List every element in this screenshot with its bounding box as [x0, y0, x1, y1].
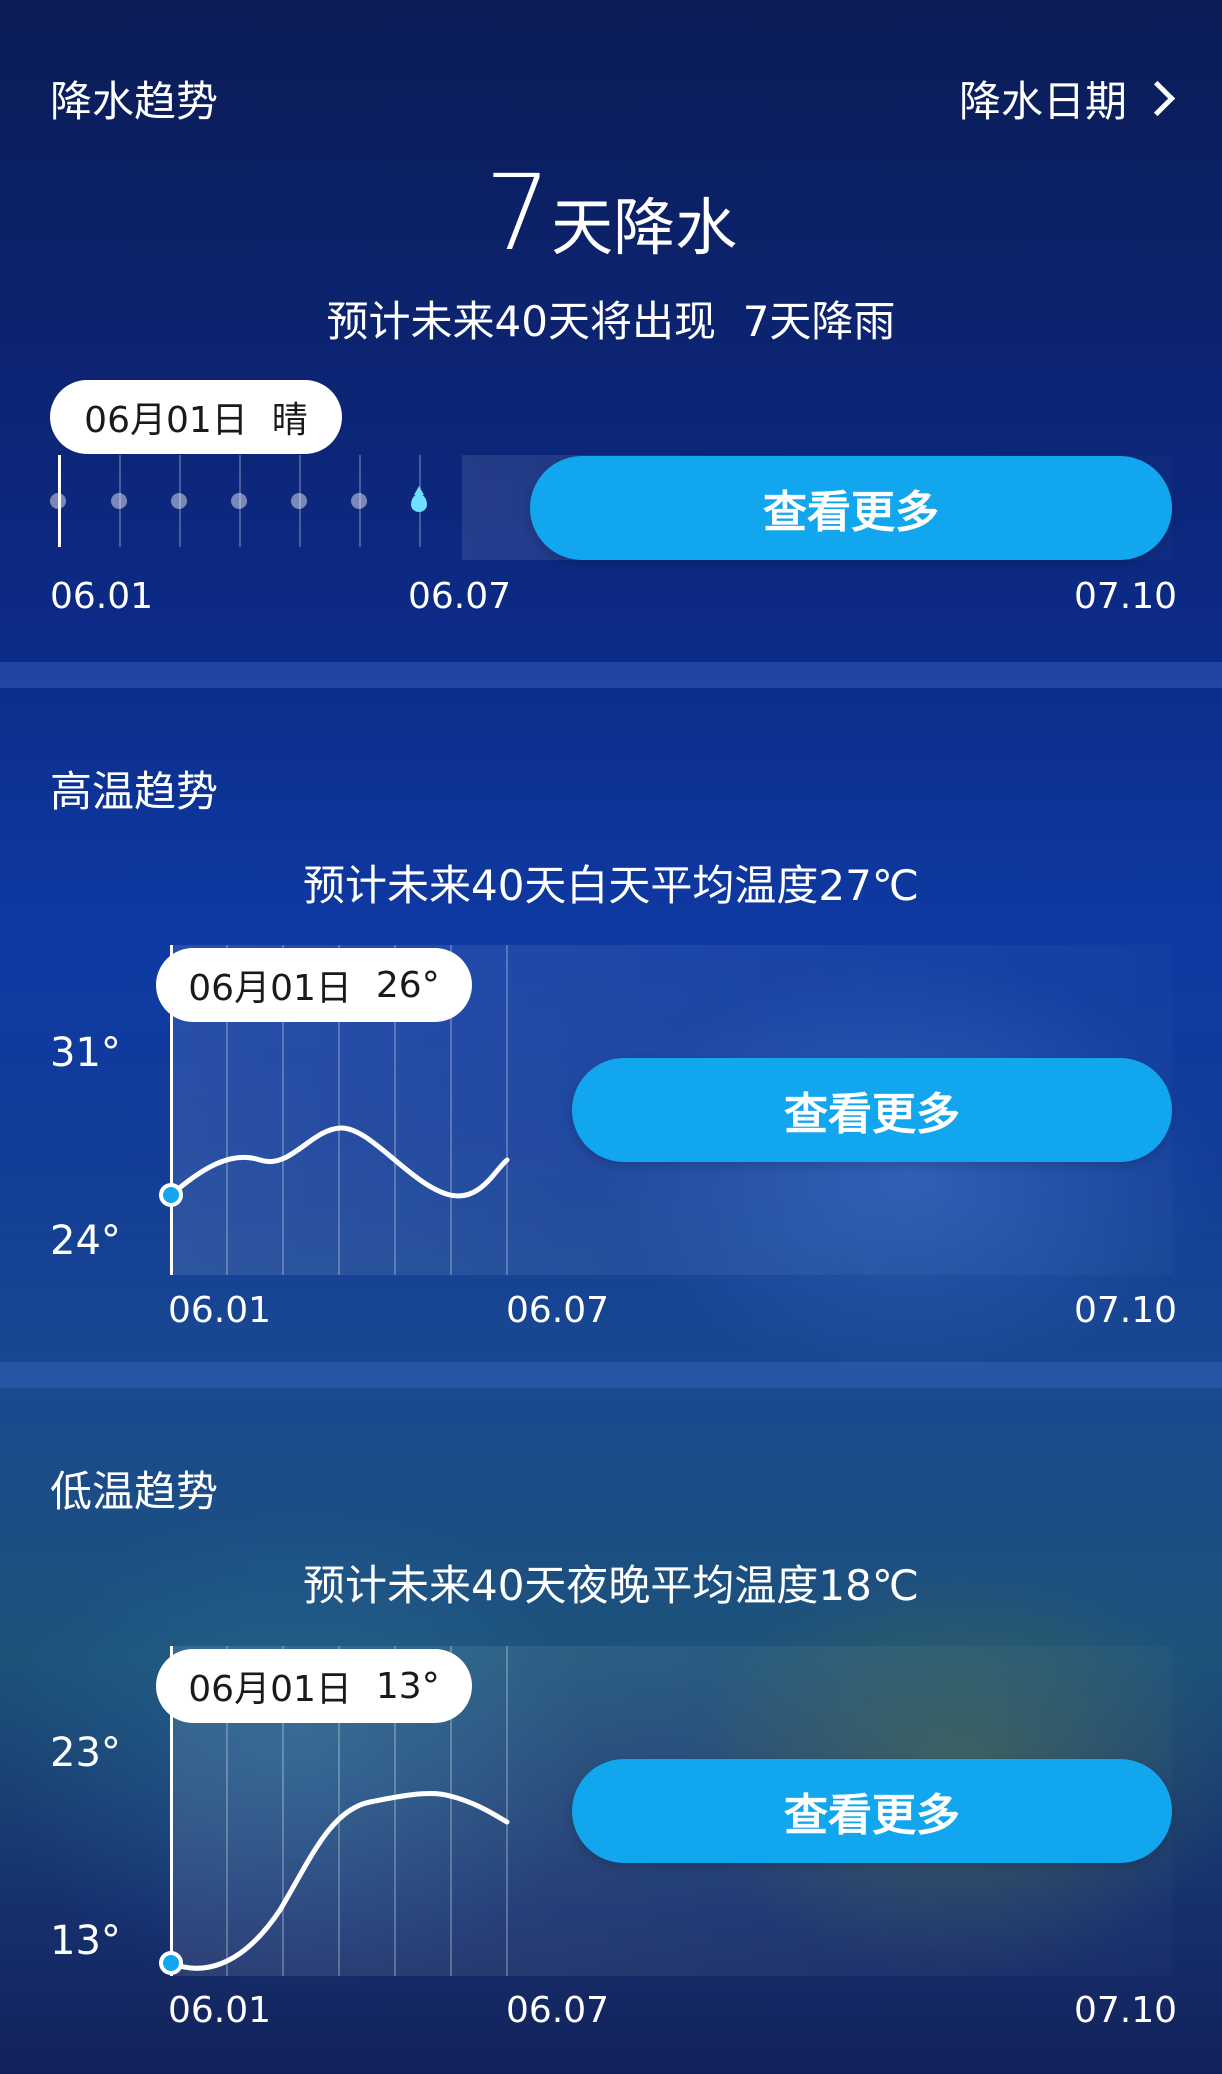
low-view-more-button[interactable]: 查看更多	[572, 1759, 1172, 1863]
x-axis-end: 07.10	[1074, 1990, 1178, 2031]
weather-trend-screen: 降水趋势 降水日期 7天降水 预计未来40天将出现 7天降雨 06月01日 晴 …	[0, 0, 1222, 2074]
x-axis-mid: 06.07	[506, 1990, 610, 2031]
selected-point[interactable]	[159, 1951, 183, 1975]
low-temp-path	[168, 1791, 510, 1971]
x-axis-start: 06.01	[168, 1990, 272, 2031]
